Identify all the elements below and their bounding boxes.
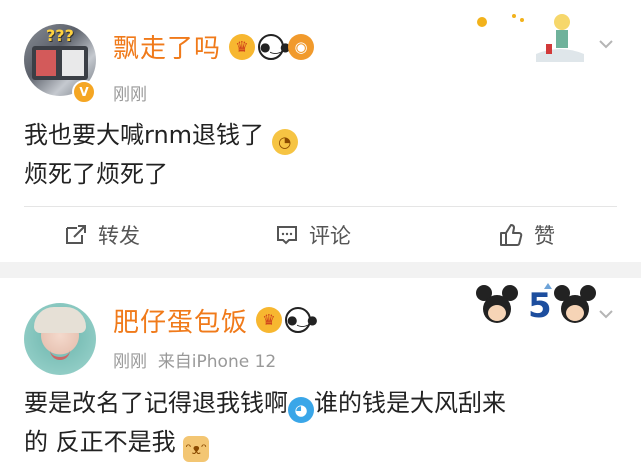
share-label: 转发 xyxy=(98,224,140,248)
dog-emoji-icon: ᵔᴥᵔ xyxy=(183,436,210,462)
doraemon-emoji-icon: ◕ xyxy=(288,397,314,423)
crown-emoji-icon: ♛ xyxy=(256,307,282,333)
comment-label: 评论 xyxy=(309,224,351,248)
chevron-down-icon[interactable] xyxy=(598,306,614,322)
divider xyxy=(24,206,617,207)
post-content: 我也要大喊rnm退钱了 ◔ 烦死了烦死了 xyxy=(24,116,298,193)
post-card-1: ??? V 飘走了吗 ♛ ●‿● ◉ 刚刚 我也要大喊rnm退钱了 ◔ 烦死了烦… xyxy=(0,0,641,262)
like-button[interactable]: 赞 xyxy=(498,220,555,250)
fish-emoji-icon: ◉ xyxy=(288,34,314,60)
yawn-emoji-icon: ◔ xyxy=(271,129,298,155)
share-button[interactable]: 转发 xyxy=(64,220,140,250)
crown-emoji-icon: ♛ xyxy=(229,34,255,60)
post-time: 刚刚 xyxy=(113,352,147,372)
like-label: 赞 xyxy=(534,224,555,248)
thumbs-up-icon xyxy=(500,224,523,246)
post-content: 要是改名了记得退我钱啊 ◕ 谁的钱是大风刮来 的 反正不是我 ᵔᴥᵔ xyxy=(24,384,506,462)
share-icon xyxy=(66,225,86,244)
username[interactable]: 肥仔蛋包饭 xyxy=(113,302,248,339)
comment-icon xyxy=(277,226,297,245)
svg-text:5: 5 xyxy=(528,286,552,326)
post-meta: 刚刚 来自iPhone 12 xyxy=(113,347,276,372)
username[interactable]: 飘走了吗 xyxy=(113,28,221,65)
panda-emoji-icon: ●‿● xyxy=(258,34,291,60)
chevron-down-icon[interactable] xyxy=(598,36,614,52)
verified-badge: V xyxy=(72,80,96,104)
comment-button[interactable]: 评论 xyxy=(275,220,351,250)
avatar[interactable] xyxy=(24,303,96,375)
post-time: 刚刚 xyxy=(113,85,147,105)
post-source: 来自iPhone 12 xyxy=(157,352,277,372)
mickey-decoration-icon: 5 xyxy=(476,283,596,326)
panda-emoji-icon: ●‿● xyxy=(285,307,318,333)
little-prince-decoration-icon xyxy=(477,14,584,62)
